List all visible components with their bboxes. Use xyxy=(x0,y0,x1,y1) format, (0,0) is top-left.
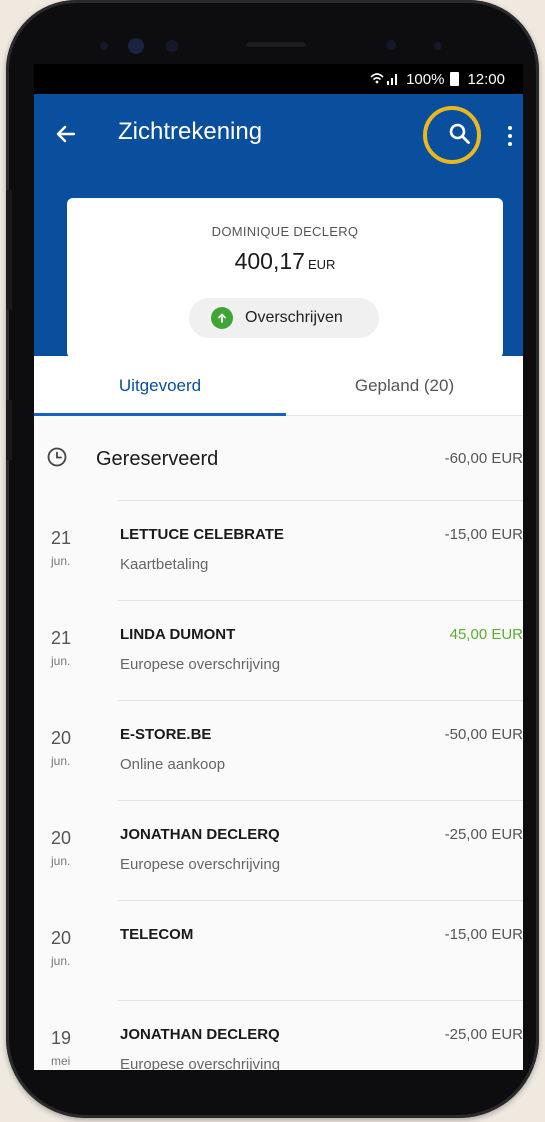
transaction-row[interactable]: 20 jun. JONATHAN DECLERQ Europese oversc… xyxy=(34,800,523,900)
tx-type: Europese overschrijving xyxy=(120,656,281,673)
more-options-icon[interactable] xyxy=(500,116,520,156)
tx-month: jun. xyxy=(51,854,71,868)
reserved-row[interactable]: Gereserveerd -60,00 EUR xyxy=(34,416,523,500)
transaction-row[interactable]: 21 jun. LETTUCE CELEBRATE Kaartbetaling … xyxy=(34,500,523,600)
back-arrow-icon[interactable] xyxy=(46,114,86,154)
tx-merchant: JONATHAN DECLERQ xyxy=(120,1026,280,1043)
transfer-label: Overschrijven xyxy=(245,309,343,326)
volume-button xyxy=(6,190,12,310)
account-holder: DOMINIQUE DECLERQ xyxy=(211,224,359,239)
tx-type: Europese overschrijving xyxy=(120,856,281,873)
tx-day: 19 xyxy=(51,1028,72,1048)
clock-time: 12:00 xyxy=(467,70,505,88)
tx-month: jun. xyxy=(51,954,71,968)
tx-amount: 45,00 EUR xyxy=(449,626,523,643)
tx-type: Europese overschrijving xyxy=(120,1056,281,1070)
transfer-button[interactable]: Overschrijven xyxy=(189,298,379,338)
sensor xyxy=(100,42,108,50)
signal-icon xyxy=(370,71,400,88)
balance-currency: EUR xyxy=(307,257,336,272)
page-title: Zichtrekening xyxy=(118,118,263,145)
transaction-row[interactable]: 20 jun. E-STORE.BE Online aankoop -50,00… xyxy=(34,700,523,800)
tx-month: jun. xyxy=(51,754,71,768)
account-balance: 400,17 EUR xyxy=(67,248,503,275)
tx-merchant: LINDA DUMONT xyxy=(120,626,236,643)
clock-icon xyxy=(46,446,68,468)
tx-day: 20 xyxy=(51,928,72,948)
battery-icon xyxy=(450,72,460,86)
status-bar: 100% 12:00 xyxy=(34,64,523,94)
tx-amount: -15,00 EUR xyxy=(444,926,523,943)
tx-day: 20 xyxy=(51,728,72,748)
tx-merchant: LETTUCE CELEBRATE xyxy=(120,526,284,543)
tx-day: 20 xyxy=(51,828,72,848)
reserved-amount: -60,00 EUR xyxy=(444,450,523,467)
sensor xyxy=(166,40,178,52)
front-camera xyxy=(128,38,144,54)
screen: 100% 12:00 Zichtrekening DOMINIQUE DECLE… xyxy=(34,64,523,1070)
tx-day: 21 xyxy=(51,528,72,548)
account-card: DOMINIQUE DECLERQ 400,17 EUR Overschrijve… xyxy=(67,198,503,358)
reserved-label: Gereserveerd xyxy=(96,448,219,470)
tx-type: Kaartbetaling xyxy=(120,556,209,573)
bixby-button xyxy=(6,400,12,460)
app-bar: Zichtrekening DOMINIQUE DECLERQ 400,17 EU… xyxy=(34,94,523,358)
transaction-row[interactable]: 20 jun. TELECOM -15,00 EUR xyxy=(34,900,523,1000)
arrow-up-icon xyxy=(211,307,233,329)
tx-merchant: JONATHAN DECLERQ xyxy=(120,826,280,843)
tx-merchant: TELECOM xyxy=(120,926,194,943)
tab-bar: Uitgevoerd Gepland (20) xyxy=(34,356,523,416)
search-icon[interactable] xyxy=(438,112,482,156)
sensor xyxy=(434,42,442,50)
tx-day: 21 xyxy=(51,628,72,648)
tx-month: jun. xyxy=(51,554,71,568)
tx-amount: -50,00 EUR xyxy=(444,726,523,743)
tx-merchant: E-STORE.BE xyxy=(120,726,212,743)
tx-month: mei xyxy=(51,1054,71,1068)
earpiece-speaker xyxy=(246,42,306,47)
tab-planned[interactable]: Gepland (20) xyxy=(286,356,523,416)
tx-amount: -15,00 EUR xyxy=(444,526,523,543)
transaction-row[interactable]: 21 jun. LINDA DUMONT Europese overschrij… xyxy=(34,600,523,700)
tx-type: Online aankoop xyxy=(120,756,226,773)
battery-level: 100% xyxy=(406,70,445,88)
tx-amount: -25,00 EUR xyxy=(444,1026,523,1043)
tx-amount: -25,00 EUR xyxy=(444,826,523,843)
phone-frame: 100% 12:00 Zichtrekening DOMINIQUE DECLE… xyxy=(6,0,539,1118)
tx-month: jun. xyxy=(51,654,71,668)
sensor xyxy=(386,40,396,50)
transaction-row[interactable]: 19 mei JONATHAN DECLERQ Europese oversch… xyxy=(34,1000,523,1070)
transaction-list: Gereserveerd -60,00 EUR 21 jun. LETTUCE … xyxy=(34,416,523,1070)
balance-value: 400,17 xyxy=(234,248,305,274)
tab-executed[interactable]: Uitgevoerd xyxy=(34,356,286,416)
